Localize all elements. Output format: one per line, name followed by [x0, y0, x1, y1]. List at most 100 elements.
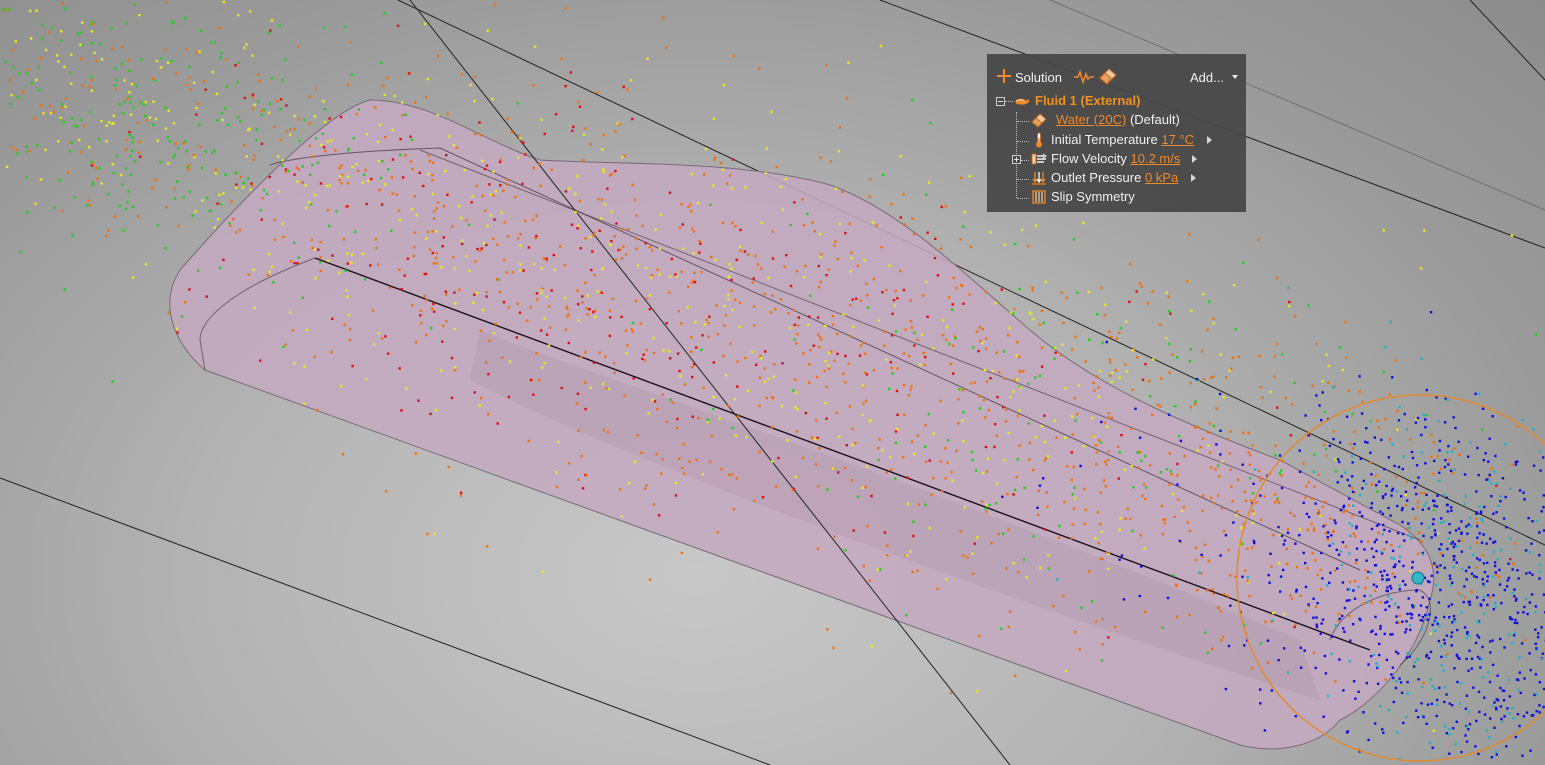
particle	[340, 182, 343, 185]
particle	[486, 29, 489, 32]
particle	[1311, 384, 1314, 388]
particle	[64, 97, 68, 100]
particle	[1514, 460, 1517, 464]
particle	[1489, 651, 1492, 654]
particle	[201, 199, 204, 202]
particle	[1281, 460, 1285, 463]
particle	[1390, 598, 1393, 601]
particle	[88, 85, 91, 89]
particle	[338, 178, 341, 182]
particle	[419, 309, 423, 312]
tree-row-outlet-pressure[interactable]: Outlet Pressure 0 kPa	[987, 169, 1246, 188]
particle	[945, 338, 948, 342]
tree-row-slip-symmetry[interactable]: Slip Symmetry	[987, 188, 1246, 207]
tree-row-material[interactable]: Water (20C) (Default)	[987, 111, 1246, 130]
particle	[567, 462, 571, 465]
outlet-pressure-value[interactable]: 0 kPa	[1145, 170, 1178, 185]
particle	[219, 266, 222, 269]
particle	[465, 254, 468, 258]
particle	[188, 190, 191, 193]
particle	[1329, 517, 1332, 520]
3d-viewport[interactable]: Solution Add... Fluid 1 (External) Water…	[0, 0, 1545, 765]
plus-icon[interactable]	[996, 68, 1012, 84]
particle	[995, 434, 998, 437]
expand-arrow-icon[interactable]	[1207, 136, 1212, 144]
particle	[168, 140, 172, 143]
eraser-icon[interactable]	[1098, 67, 1118, 85]
flow-velocity-value[interactable]: 10.2 m/s	[1131, 151, 1181, 166]
particle	[940, 205, 943, 209]
particle	[1321, 577, 1324, 580]
particle	[1428, 613, 1431, 616]
particle	[988, 503, 991, 507]
particle	[1392, 676, 1395, 680]
particle	[1319, 514, 1322, 518]
particle	[1465, 657, 1468, 661]
tree-row-fluid[interactable]: Fluid 1 (External)	[987, 92, 1246, 111]
particle	[1013, 488, 1017, 491]
particle	[791, 489, 795, 492]
initial-temperature-value[interactable]: 17 °C	[1161, 132, 1194, 147]
particle	[35, 78, 38, 82]
dropdown-caret-icon[interactable]	[1232, 75, 1238, 79]
particle	[1517, 688, 1520, 691]
particle	[494, 190, 498, 193]
particle	[1108, 358, 1111, 361]
particle	[951, 308, 954, 311]
particle	[384, 183, 387, 186]
particle	[756, 263, 760, 266]
particle	[550, 289, 553, 292]
particle	[645, 297, 648, 300]
particle	[1445, 496, 1448, 499]
particle	[640, 451, 643, 454]
expand-arrow-icon[interactable]	[1192, 155, 1197, 163]
particle	[19, 250, 22, 254]
particle	[981, 472, 985, 475]
particle	[1432, 441, 1436, 444]
particle	[625, 352, 628, 355]
particle	[1241, 542, 1244, 546]
particle	[379, 123, 382, 127]
particle	[763, 380, 767, 384]
particle	[1376, 490, 1379, 493]
tree-connector	[1017, 121, 1029, 122]
particle	[1475, 557, 1479, 560]
particle	[1393, 464, 1396, 468]
particle	[479, 249, 482, 252]
particle	[639, 322, 642, 325]
collapse-toggle-icon[interactable]	[996, 97, 1005, 106]
particle	[629, 79, 633, 82]
particle	[81, 21, 84, 24]
particle	[1435, 565, 1439, 568]
expand-arrow-icon[interactable]	[1191, 174, 1196, 182]
particle	[1131, 529, 1134, 533]
waveform-icon[interactable]	[1074, 69, 1094, 85]
particle	[1439, 552, 1443, 555]
particle	[1003, 459, 1006, 462]
tree-row-flow-velocity[interactable]: Flow Velocity 10.2 m/s	[987, 150, 1246, 169]
particle	[1351, 461, 1354, 464]
particle	[302, 402, 306, 405]
material-link[interactable]: Water (20C)	[1056, 112, 1126, 127]
particle	[1433, 504, 1436, 507]
particle	[1243, 490, 1246, 493]
particle	[820, 338, 823, 341]
expand-toggle-icon[interactable]	[1012, 155, 1021, 164]
tree-row-initial-temperature[interactable]: Initial Temperature 17 °C	[987, 131, 1246, 150]
particle	[1436, 622, 1439, 625]
add-dropdown-button[interactable]: Add...	[1190, 70, 1224, 85]
particle	[794, 475, 797, 478]
particle	[951, 479, 954, 482]
fluid-label[interactable]: Fluid 1 (External)	[1035, 93, 1140, 108]
particle	[1528, 652, 1531, 655]
particle	[224, 173, 227, 176]
simulation-scene[interactable]	[0, 0, 1545, 765]
particle	[232, 217, 235, 221]
particle	[1426, 618, 1429, 621]
particle	[1016, 340, 1019, 344]
particle	[540, 292, 543, 295]
particle	[521, 182, 524, 186]
particle	[557, 440, 560, 444]
solution-button[interactable]: Solution	[1015, 70, 1062, 85]
particle	[1470, 590, 1473, 593]
